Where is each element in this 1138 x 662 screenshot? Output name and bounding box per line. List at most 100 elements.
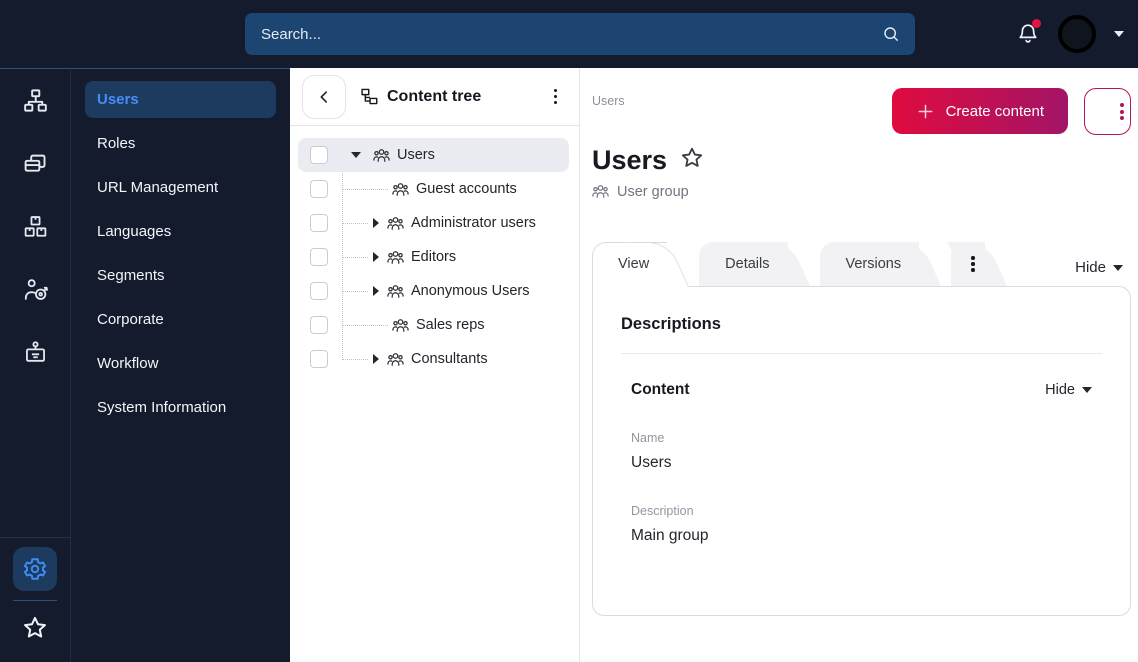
sidebar-item-system-information[interactable]: System Information (85, 389, 276, 426)
kebab-menu-icon (1114, 97, 1130, 126)
rail-bottom (0, 537, 70, 662)
chevron-left-icon (315, 88, 333, 106)
ibexa-logo[interactable]: ibexa (0, 14, 245, 55)
section-divider (621, 353, 1102, 354)
admin-sidebar: Users Roles URL Management Languages Seg… (70, 68, 290, 662)
user-group-icon (387, 215, 404, 232)
tree-item-label[interactable]: Consultants (411, 351, 488, 367)
user-group-icon (592, 183, 609, 200)
user-group-icon (387, 283, 404, 300)
search-icon[interactable] (881, 24, 901, 44)
bookmarks-button[interactable] (21, 614, 49, 647)
tree-item-label[interactable]: Users (397, 147, 435, 163)
tree-checkbox[interactable] (310, 350, 328, 368)
sidebar-item-languages[interactable]: Languages (85, 213, 276, 250)
expand-caret-icon[interactable] (373, 286, 379, 296)
tab-label: Versions (845, 256, 902, 272)
tab-more[interactable] (947, 242, 1011, 286)
content-tree-icon (360, 87, 379, 106)
sidebar-item-url-management[interactable]: URL Management (85, 169, 276, 206)
create-content-button[interactable]: Create content (891, 88, 1068, 134)
group-title: Content (631, 381, 690, 398)
caret-down-icon (1082, 387, 1092, 393)
notification-dot (1032, 19, 1041, 28)
avatar[interactable] (1058, 15, 1096, 53)
tree-item-sales-reps[interactable]: Sales reps (298, 308, 569, 342)
tree-checkbox[interactable] (310, 316, 328, 334)
sidebar-item-workflow[interactable]: Workflow (85, 345, 276, 382)
person-target-icon (22, 276, 49, 303)
tree-checkbox[interactable] (310, 146, 328, 164)
tree-checkbox[interactable] (310, 180, 328, 198)
sidebar-item-users[interactable]: Users (85, 81, 276, 118)
tab-details[interactable]: Details (699, 242, 813, 286)
view-card: Descriptions Content Hide Name Users Des… (592, 286, 1131, 616)
tab-versions[interactable]: Versions (819, 242, 946, 286)
expand-caret-icon[interactable] (373, 252, 379, 262)
expand-caret-icon[interactable] (373, 354, 379, 364)
tree-checkbox[interactable] (310, 248, 328, 266)
rail-item-products[interactable] (20, 211, 50, 241)
tree-checkbox[interactable] (310, 282, 328, 300)
content-tree-title: Content tree (360, 87, 481, 106)
rail-divider (0, 537, 70, 538)
tab-view[interactable]: View (592, 242, 693, 287)
rail-item-content[interactable] (20, 85, 50, 115)
tree-item-guest-accounts[interactable]: Guest accounts (298, 172, 569, 206)
field-description: Description Main group (621, 504, 1102, 545)
tree-item-label[interactable]: Guest accounts (416, 181, 517, 197)
star-icon (21, 614, 49, 642)
collapse-caret-icon[interactable] (351, 152, 361, 158)
field-label: Name (631, 431, 665, 445)
hide-group-toggle[interactable]: Hide (1045, 382, 1092, 398)
tree-item-label[interactable]: Administrator users (411, 215, 536, 231)
section-title: Descriptions (621, 315, 721, 333)
tree-item-label[interactable]: Anonymous Users (411, 283, 529, 299)
boxes-icon (22, 213, 49, 240)
tree-item-administrator-users[interactable]: Administrator users (298, 206, 569, 240)
content-tree-panel: Content tree Users Guest accounts Admini… (290, 68, 580, 662)
sidebar-item-segments[interactable]: Segments (85, 257, 276, 294)
hide-label: Hide (1075, 259, 1106, 276)
tree-item-consultants[interactable]: Consultants (298, 342, 569, 376)
user-group-icon (392, 317, 409, 334)
tree-checkbox[interactable] (310, 214, 328, 232)
tree-item-users[interactable]: Users (298, 138, 569, 172)
rail-item-pages[interactable] (20, 148, 50, 178)
icon-rail (0, 68, 70, 662)
plus-icon (916, 102, 935, 121)
rail-item-audience[interactable] (20, 274, 50, 304)
global-search[interactable] (245, 13, 915, 55)
hierarchy-icon (22, 87, 49, 114)
user-group-icon (373, 147, 390, 164)
collapse-tree-button[interactable] (302, 74, 346, 119)
sidebar-item-roles[interactable]: Roles (85, 125, 276, 162)
tree-item-anonymous-users[interactable]: Anonymous Users (298, 274, 569, 308)
breadcrumb[interactable]: Users (592, 94, 625, 108)
tab-bar: View Details Versions Hide (592, 242, 1131, 287)
search-input[interactable] (261, 25, 881, 43)
expand-caret-icon[interactable] (373, 218, 379, 228)
content-actions-button[interactable] (1084, 88, 1131, 135)
content-tree-title-text: Content tree (387, 87, 482, 105)
badge-icon (22, 339, 49, 366)
favorite-button[interactable] (679, 145, 705, 176)
user-group-icon (387, 249, 404, 266)
user-menu-caret-icon[interactable] (1114, 31, 1124, 37)
rail-item-profile[interactable] (20, 337, 50, 367)
tree-item-label[interactable]: Sales reps (416, 317, 485, 333)
caret-down-icon (1113, 264, 1123, 271)
hide-tabs-toggle[interactable]: Hide (1075, 259, 1123, 276)
tab-label: Details (725, 256, 770, 272)
tree-options-button[interactable] (548, 83, 564, 111)
hide-label: Hide (1045, 382, 1075, 398)
kebab-menu-icon (971, 256, 975, 272)
sidebar-item-corporate[interactable]: Corporate (85, 301, 276, 338)
logo-text: ibexa (26, 17, 97, 49)
notifications-button[interactable] (1016, 19, 1041, 47)
main-content: Users Create content Users User group Vi… (580, 68, 1138, 662)
tree-item-editors[interactable]: Editors (298, 240, 569, 274)
tree-item-label[interactable]: Editors (411, 249, 456, 265)
admin-settings-button[interactable] (13, 547, 57, 591)
stacked-pages-icon (22, 150, 49, 177)
